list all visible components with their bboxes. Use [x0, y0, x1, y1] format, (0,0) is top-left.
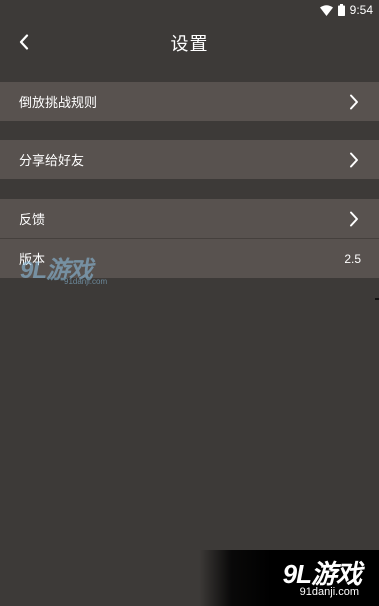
- watermark-logo-top: 9L游戏 91danji.com: [20, 250, 120, 290]
- settings-item-reverse-challenge-rules[interactable]: 倒放挑战规则: [0, 82, 379, 121]
- page-title: 设置: [170, 34, 209, 54]
- watermark-logo-bottom: 9L游戏 91danji.com: [199, 550, 379, 606]
- chevron-right-icon: [350, 211, 358, 226]
- watermark-domain: 91danji.com: [64, 277, 108, 286]
- chevron-right-icon: [350, 94, 358, 109]
- app-bar: 设置: [0, 20, 379, 64]
- settings-item-label: 分享给好友: [19, 153, 85, 168]
- wifi-icon: [319, 4, 333, 16]
- chevron-right-icon: [350, 152, 358, 167]
- battery-icon: [337, 4, 345, 16]
- settings-item-label: 反馈: [19, 212, 46, 227]
- settings-item-feedback[interactable]: 反馈: [0, 199, 379, 238]
- watermark-domain: 91danji.com: [299, 586, 359, 598]
- settings-item-share-to-friends[interactable]: 分享给好友: [0, 140, 379, 179]
- edge-mark: [375, 298, 379, 300]
- version-value: 2.5: [344, 251, 361, 266]
- status-time: 9:54: [349, 3, 373, 17]
- settings-item-label: 倒放挑战规则: [19, 95, 98, 110]
- status-bar: 9:54: [0, 0, 379, 20]
- status-icons: 9:54: [319, 2, 373, 18]
